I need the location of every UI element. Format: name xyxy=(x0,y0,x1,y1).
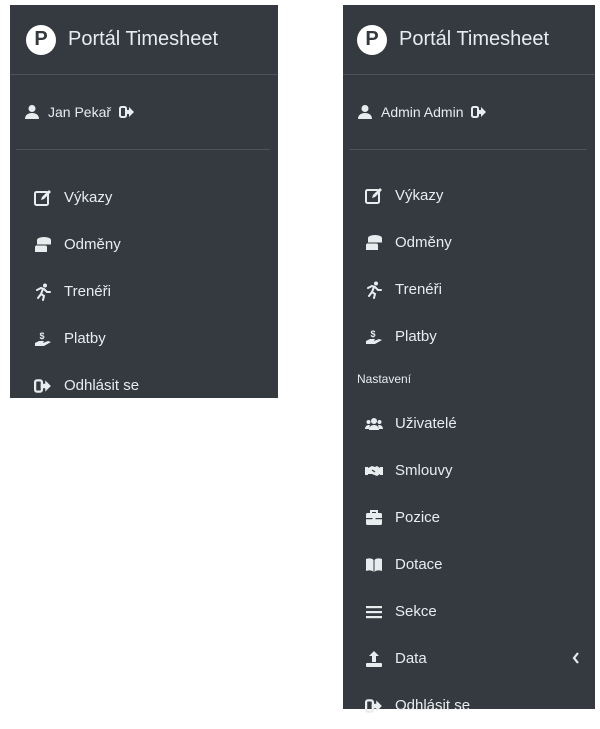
hand-holding-dollar-icon: $ xyxy=(35,331,51,346)
menu-item-label: Sekce xyxy=(395,603,437,620)
sign-out-icon xyxy=(34,378,51,393)
main-menu: Výkazy Odměny Trenéři $ Platby Nastavení… xyxy=(343,150,595,729)
menu-item-label: Dotace xyxy=(395,556,443,573)
menu-item-label: Odhlásit se xyxy=(395,697,471,714)
menu-item-pozice[interactable]: Pozice xyxy=(343,494,595,541)
briefcase-icon xyxy=(366,509,382,525)
user-name[interactable]: Admin Admin xyxy=(381,104,463,120)
user-panel: Jan Pekař xyxy=(10,75,278,149)
sign-out-icon xyxy=(365,698,382,713)
menu-item-vykazy[interactable]: Výkazy xyxy=(343,172,595,219)
nav-header-settings: Nastavení xyxy=(357,372,412,386)
menu-item-label: Platby xyxy=(395,328,437,345)
user-icon xyxy=(358,105,372,119)
user-name[interactable]: Jan Pekař xyxy=(48,104,111,120)
menu-item-treneri[interactable]: Trenéři xyxy=(10,268,278,315)
menu-item-label: Výkazy xyxy=(395,187,444,204)
sign-out-icon[interactable] xyxy=(119,104,135,120)
menu-item-odmeny[interactable]: Odměny xyxy=(343,219,595,266)
brand-logo: P xyxy=(357,24,387,55)
brand-title: Portál Timesheet xyxy=(399,28,550,50)
svg-text:$: $ xyxy=(370,329,375,339)
edit-icon xyxy=(365,187,382,204)
menu-item-label: Data xyxy=(395,650,427,667)
menu-item-label: Trenéři xyxy=(395,281,442,298)
main-menu: Výkazy Odměny Trenéři $ Platby Odhlásit … xyxy=(10,150,278,409)
menu-item-uzivatele[interactable]: Uživatelé xyxy=(343,400,595,447)
upload-icon xyxy=(366,650,382,667)
user-icon xyxy=(25,105,39,119)
sidebar-trainer: P Portál Timesheet Jan Pekař Výkazy Odmě… xyxy=(10,5,278,398)
brand-link[interactable]: P Portál Timesheet xyxy=(10,5,278,75)
hand-holding-dollar-icon: $ xyxy=(366,329,382,344)
running-icon xyxy=(367,281,382,299)
menu-item-label: Odměny xyxy=(64,236,121,253)
menu-item-data[interactable]: Data xyxy=(343,635,595,682)
menu-item-label: Odhlásit se xyxy=(64,377,140,394)
bars-icon xyxy=(366,605,382,618)
coins-icon xyxy=(35,236,51,252)
menu-item-label: Smlouvy xyxy=(395,462,453,479)
edit-icon xyxy=(34,189,51,206)
user-panel: Admin Admin xyxy=(343,75,595,149)
menu-item-label: Trenéři xyxy=(64,283,111,300)
book-open-icon xyxy=(366,557,382,572)
menu-item-sekce[interactable]: Sekce xyxy=(343,588,595,635)
menu-item-label: Uživatelé xyxy=(395,415,457,432)
menu-item-label: Platby xyxy=(64,330,106,347)
menu-item-label: Odměny xyxy=(395,234,452,251)
menu-item-label: Výkazy xyxy=(64,189,113,206)
handshake-icon xyxy=(365,465,383,476)
coins-icon xyxy=(366,234,382,250)
menu-item-odmeny[interactable]: Odměny xyxy=(10,221,278,268)
brand-link[interactable]: P Portál Timesheet xyxy=(343,5,595,75)
menu-item-logout[interactable]: Odhlásit se xyxy=(343,682,595,729)
sign-out-icon[interactable] xyxy=(471,104,487,120)
menu-item-platby[interactable]: $ Platby xyxy=(10,315,278,362)
sidebar-admin: P Portál Timesheet Admin Admin Výkazy Od… xyxy=(343,5,595,714)
menu-item-label: Pozice xyxy=(395,509,441,526)
menu-item-logout[interactable]: Odhlásit se xyxy=(10,362,278,409)
brand-title: Portál Timesheet xyxy=(68,28,219,50)
running-icon xyxy=(36,283,51,301)
chevron-left-icon[interactable] xyxy=(571,651,581,665)
users-icon xyxy=(365,417,383,430)
menu-item-platby[interactable]: $ Platby xyxy=(343,313,595,360)
menu-item-dotace[interactable]: Dotace xyxy=(343,541,595,588)
menu-item-smlouvy[interactable]: Smlouvy xyxy=(343,447,595,494)
svg-text:$: $ xyxy=(39,331,44,341)
menu-item-vykazy[interactable]: Výkazy xyxy=(10,174,278,221)
menu-item-treneri[interactable]: Trenéři xyxy=(343,266,595,313)
brand-logo: P xyxy=(26,24,56,55)
